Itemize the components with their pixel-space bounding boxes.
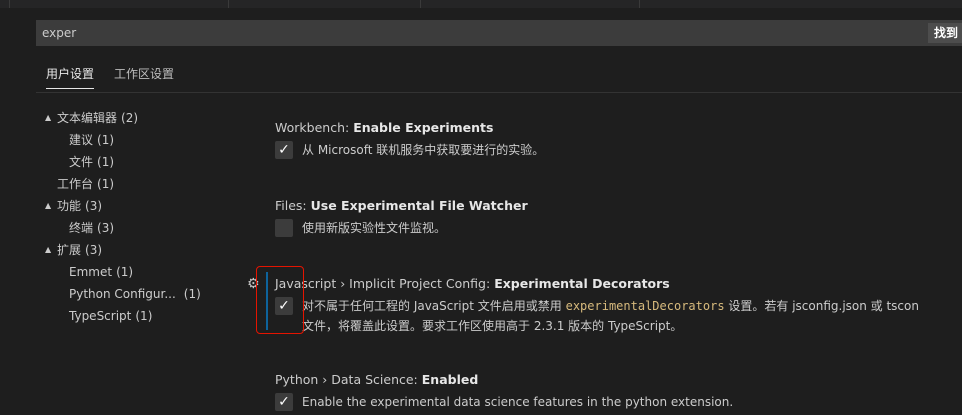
tab-separator: [9, 0, 10, 8]
toc-item-label: TypeScript: [69, 309, 132, 323]
toc-item-label: 建议: [69, 133, 94, 147]
setting-description: Enable the experimental data science fea…: [302, 395, 734, 409]
setting-files-experimental-watcher: Files: Use Experimental File Watcher 使用新…: [275, 196, 962, 238]
setting-description: 从 Microsoft 联机服务中获取要进行的实验。: [302, 143, 545, 157]
toc-item-label: 功能: [57, 199, 82, 213]
toc-item-emmet[interactable]: Emmet (1): [69, 262, 133, 282]
setting-code-reference: experimentalDecorators: [565, 299, 725, 313]
toc-item-text-editor[interactable]: ▲ 文本编辑器 (2): [45, 108, 139, 128]
setting-name: Enable Experiments: [353, 120, 494, 135]
setting-title: Python › Data Science: Enabled: [275, 370, 962, 390]
setting-name: Use Experimental File Watcher: [310, 198, 528, 213]
description-text: 设置。若有 jsconfig.json 或 tscon: [724, 299, 919, 313]
checkmark-icon: ✓: [278, 142, 290, 158]
setting-workbench-enable-experiments: Workbench: Enable Experiments ✓ 从 Micros…: [275, 118, 962, 160]
toc-item-files[interactable]: 文件 (1): [69, 152, 114, 172]
setting-description: 使用新版实验性文件监视。: [302, 221, 447, 235]
setting-js-experimental-decorators: Javascript › Implicit Project Config: Ex…: [275, 274, 962, 333]
setting-python-datascience-enabled: Python › Data Science: Enabled ✓ Enable …: [275, 370, 962, 412]
toc-item-label: 文件: [69, 155, 94, 169]
settings-search-box: 找到: [36, 20, 962, 46]
toc-item-count: (1): [97, 133, 115, 147]
editor-tab-strip: [0, 0, 962, 8]
checkmark-icon: ✓: [278, 394, 290, 410]
setting-title: Javascript › Implicit Project Config: Ex…: [275, 274, 962, 294]
description-text: 对不属于任何工程的 JavaScript 文件启用或禁用: [302, 299, 566, 313]
data-science-enabled-checkbox[interactable]: ✓: [275, 393, 293, 411]
toc-item-label: Emmet: [69, 265, 113, 279]
experimental-file-watcher-checkbox[interactable]: [275, 219, 293, 237]
header-divider: [36, 92, 962, 93]
toc-item-label: 工作台: [57, 177, 94, 191]
toc-item-workbench[interactable]: 工作台 (1): [57, 174, 114, 194]
settings-search-input[interactable]: [36, 20, 916, 46]
setting-category: Files:: [275, 198, 311, 213]
setting-category: Workbench:: [275, 120, 354, 135]
setting-category: Javascript › Implicit Project Config:: [275, 276, 495, 291]
collapse-arrow-icon[interactable]: ▲: [45, 108, 51, 128]
toc-item-label: 文本编辑器: [57, 111, 118, 125]
search-result-count: 找到: [927, 23, 962, 43]
toc-item-count: (2): [121, 111, 139, 125]
toc-item-count: (3): [85, 199, 103, 213]
setting-description-line2: 文件，将覆盖此设置。要求工作区使用高于 2.3.1 版本的 TypeScript…: [302, 319, 683, 333]
toc-item-terminal[interactable]: 终端 (3): [69, 218, 114, 238]
toc-item-extensions[interactable]: ▲ 扩展 (3): [45, 240, 103, 260]
toc-item-features[interactable]: ▲ 功能 (3): [45, 196, 103, 216]
toc-item-suggest[interactable]: 建议 (1): [69, 130, 114, 150]
toc-item-typescript[interactable]: TypeScript (1): [69, 306, 152, 326]
toc-item-python-configuration[interactable]: Python Configur... (1): [69, 284, 201, 304]
enable-experiments-checkbox[interactable]: ✓: [275, 141, 293, 159]
toc-item-count: (3): [85, 243, 103, 257]
setting-description: 对不属于任何工程的 JavaScript 文件启用或禁用 experimenta…: [302, 296, 919, 316]
tab-separator: [639, 0, 640, 8]
tab-workspace-settings[interactable]: 工作区设置: [114, 62, 174, 88]
toc-item-count: (1): [97, 177, 115, 191]
toc-item-count: (1): [97, 155, 115, 169]
toc-item-count: (1): [183, 287, 201, 301]
tab-separator: [420, 0, 421, 8]
tab-user-settings[interactable]: 用户设置: [46, 62, 95, 89]
collapse-arrow-icon[interactable]: ▲: [45, 240, 51, 260]
toc-item-label: 终端: [69, 221, 94, 235]
setting-category: Python › Data Science:: [275, 372, 422, 387]
setting-title: Workbench: Enable Experiments: [275, 118, 962, 138]
setting-name: Experimental Decorators: [494, 276, 670, 291]
toc-item-label: Python Configur...: [69, 287, 176, 301]
toc-item-label: 扩展: [57, 243, 82, 257]
tab-separator: [228, 0, 229, 8]
toc-item-count: (1): [116, 265, 134, 279]
collapse-arrow-icon[interactable]: ▲: [45, 196, 51, 216]
setting-title: Files: Use Experimental File Watcher: [275, 196, 962, 216]
toc-item-count: (3): [97, 221, 115, 235]
setting-name: Enabled: [421, 372, 479, 387]
annotation-highlight-box: [256, 266, 304, 334]
toc-item-count: (1): [135, 309, 153, 323]
